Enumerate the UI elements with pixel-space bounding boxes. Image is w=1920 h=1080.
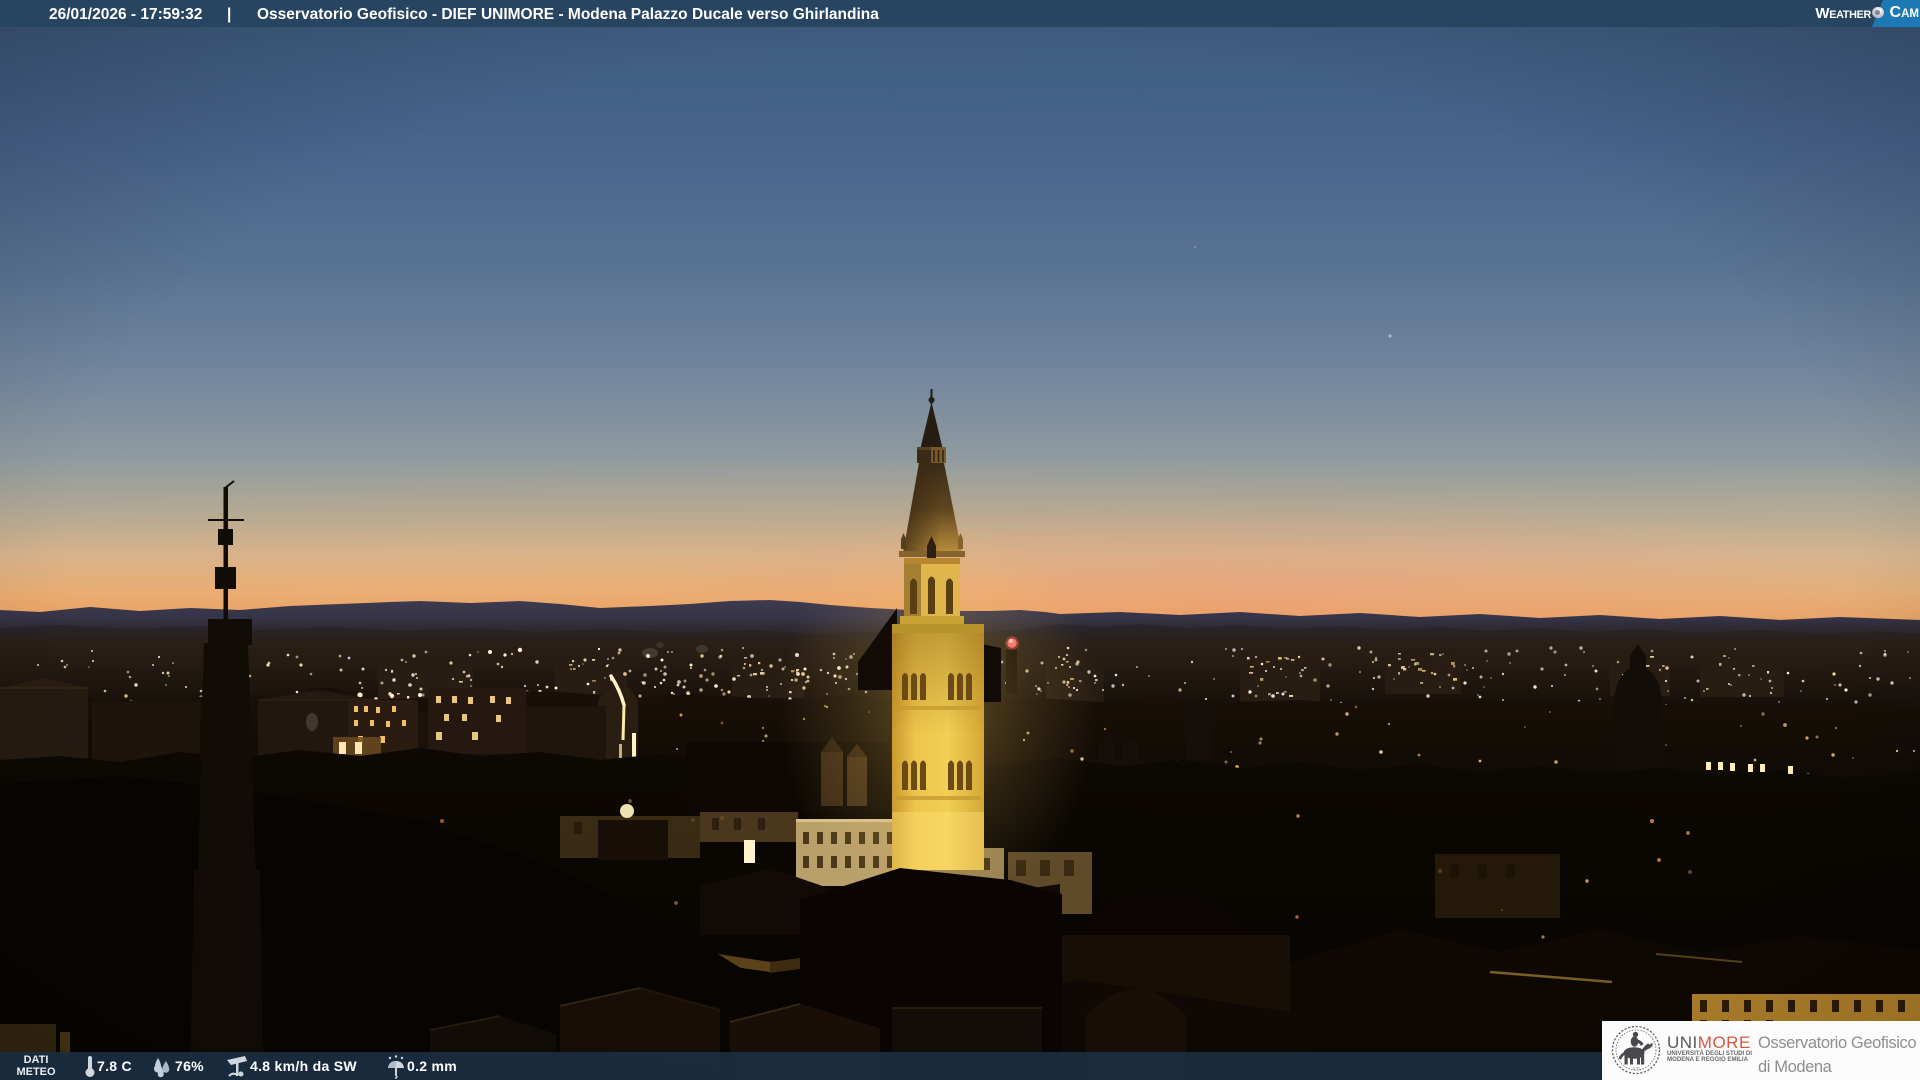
svg-text:1175: 1175 [1632,1067,1640,1072]
